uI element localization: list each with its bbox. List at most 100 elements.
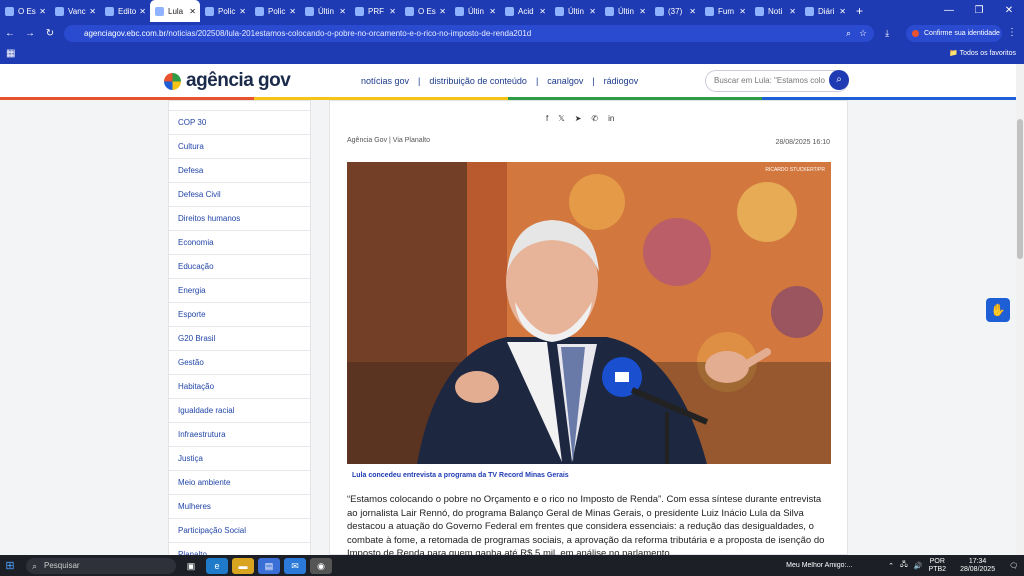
sidebar-topic-link[interactable]: Energia — [169, 279, 310, 303]
tab-close-icon[interactable]: ✕ — [789, 7, 796, 16]
browser-tab[interactable]: Noti ✕ — [750, 0, 800, 22]
taskbar-search[interactable]: Pesquisar — [26, 557, 176, 574]
agencia-gov-logo[interactable]: agência gov — [164, 70, 291, 92]
sidebar-topic-link[interactable]: Infraestrutura — [169, 423, 310, 447]
chrome-icon[interactable]: ◉ — [310, 557, 332, 574]
url-input[interactable]: agenciagov.ebc.com.br/noticias/202508/lu… — [64, 25, 874, 42]
tab-close-icon[interactable]: ✕ — [189, 7, 196, 16]
zoom-icon[interactable]: ⌕ — [846, 28, 851, 39]
browser-tab[interactable]: O Es ✕ — [0, 0, 50, 22]
apps-grid-icon[interactable]: ▦ — [6, 48, 15, 59]
forward-icon[interactable]: → — [20, 28, 40, 39]
volume-icon[interactable]: 🔊 — [914, 562, 923, 570]
site-search-input[interactable]: Buscar em Lula: "Estamos colo — [705, 70, 849, 92]
browser-tab[interactable]: Polic ✕ — [250, 0, 300, 22]
network-icon[interactable]: 🖧 — [900, 560, 908, 571]
x-icon[interactable]: 𝕏 — [558, 114, 564, 123]
new-tab-button[interactable]: + — [856, 4, 863, 18]
task-view-icon[interactable]: ▣ — [180, 558, 202, 574]
store-icon[interactable]: ▤ — [258, 557, 280, 574]
file-explorer-icon[interactable]: ▬ — [232, 557, 254, 574]
nav-noticias-gov[interactable]: notícias gov — [361, 76, 409, 86]
media-now-playing[interactable]: Meu Melhor Amigo:... — [786, 562, 878, 569]
tab-close-icon[interactable]: ✕ — [239, 7, 246, 16]
sidebar-topic-link[interactable]: Defesa — [169, 159, 310, 183]
sidebar-topic-link[interactable]: Direitos humanos — [169, 207, 310, 231]
browser-tab[interactable]: Últin ✕ — [600, 0, 650, 22]
browser-tab[interactable]: Últin ✕ — [450, 0, 500, 22]
sidebar-topic-link[interactable]: Esporte — [169, 303, 310, 327]
sidebar-topic-link[interactable]: Defesa Civil — [169, 183, 310, 207]
browser-tab[interactable]: Lula ✕ — [150, 0, 200, 22]
tab-close-icon[interactable]: ✕ — [439, 7, 446, 16]
tray-chevron-icon[interactable]: ⌃ — [888, 562, 894, 570]
browser-tab[interactable]: Diári ✕ — [800, 0, 850, 22]
sidebar-topic-link[interactable]: Justiça — [169, 447, 310, 471]
vlibras-accessibility-icon[interactable]: ✋ — [986, 298, 1010, 322]
browser-tab[interactable]: Acid ✕ — [500, 0, 550, 22]
article-photo[interactable]: RICARDO STUCKERT/PR — [347, 162, 831, 464]
browser-tab[interactable]: Fum ✕ — [700, 0, 750, 22]
identity-button[interactable]: Confirme sua identidade — [906, 25, 1002, 42]
tab-close-icon[interactable]: ✕ — [389, 7, 396, 16]
tab-close-icon[interactable]: ✕ — [589, 7, 596, 16]
tab-close-icon[interactable]: ✕ — [139, 7, 146, 16]
tab-close-icon[interactable]: ✕ — [89, 7, 96, 16]
linkedin-icon[interactable]: in — [608, 114, 614, 123]
tab-close-icon[interactable]: ✕ — [289, 7, 296, 16]
sidebar-topic-link[interactable]: Habitação — [169, 375, 310, 399]
sidebar-topic-link[interactable]: G20 Brasil — [169, 327, 310, 351]
browser-tab[interactable]: Últin ✕ — [300, 0, 350, 22]
windows-start-icon[interactable]: ⊞ — [0, 559, 20, 572]
language-indicator[interactable]: POR PTB2 — [929, 558, 947, 574]
nav-distribuicao[interactable]: distribuição de conteúdo — [429, 76, 527, 86]
tab-close-icon[interactable]: ✕ — [539, 7, 546, 16]
whatsapp-icon[interactable]: ✆ — [591, 114, 598, 123]
sidebar-topic-link[interactable]: Participação Social — [169, 519, 310, 543]
nav-canalgov[interactable]: canalgov — [547, 76, 583, 86]
browser-tab[interactable]: Vanc ✕ — [50, 0, 100, 22]
browser-tab[interactable]: O Es ✕ — [400, 0, 450, 22]
tab-close-icon[interactable]: ✕ — [639, 7, 646, 16]
back-icon[interactable]: ← — [0, 28, 20, 39]
sidebar-topic-link[interactable]: Meio ambiente — [169, 471, 310, 495]
sidebar-topic-link[interactable]: Educação — [169, 255, 310, 279]
reload-icon[interactable]: ↻ — [40, 28, 60, 39]
sidebar-topic-link[interactable]: Gestão — [169, 351, 310, 375]
facebook-icon[interactable]: f — [546, 114, 548, 123]
clock[interactable]: 17:34 28/08/2025 — [960, 558, 995, 574]
minimize-icon[interactable]: — — [934, 0, 964, 22]
all-favorites-link[interactable]: 📁 Todos os favoritos — [949, 49, 1016, 57]
sidebar-item-cut[interactable] — [169, 101, 310, 111]
tab-close-icon[interactable]: ✕ — [489, 7, 496, 16]
tab-close-icon[interactable]: ✕ — [839, 7, 846, 16]
maximize-icon[interactable]: ❐ — [964, 0, 994, 22]
nav-radiogov[interactable]: rádiogov — [604, 76, 639, 86]
menu-icon[interactable]: ⋮ — [1002, 27, 1022, 38]
tab-close-icon[interactable]: ✕ — [39, 7, 46, 16]
telegram-icon[interactable]: ➤ — [575, 114, 582, 123]
page-scrollbar[interactable] — [1016, 64, 1024, 555]
tab-close-icon[interactable]: ✕ — [689, 7, 696, 16]
sidebar-topic-link[interactable]: Economia — [169, 231, 310, 255]
browser-tab[interactable]: PRF ✕ — [350, 0, 400, 22]
sidebar-topic-link[interactable]: Mulheres — [169, 495, 310, 519]
close-window-icon[interactable]: ✕ — [994, 0, 1024, 22]
sidebar-topic-link[interactable]: Planalto — [169, 543, 310, 555]
browser-tab[interactable]: Últin ✕ — [550, 0, 600, 22]
sidebar-topic-link[interactable]: Igualdade racial — [169, 399, 310, 423]
mail-icon[interactable]: ✉ — [284, 557, 306, 574]
browser-tab[interactable]: Edito ✕ — [100, 0, 150, 22]
sidebar-topic-link[interactable]: Cultura — [169, 135, 310, 159]
edge-icon[interactable]: e — [206, 557, 228, 574]
notifications-icon[interactable]: 🗨 — [1009, 562, 1018, 570]
search-icon[interactable]: ⌕ — [829, 70, 849, 90]
download-icon[interactable]: ⤓ — [885, 28, 889, 39]
bookmark-star-icon[interactable]: ☆ — [859, 28, 867, 39]
tab-close-icon[interactable]: ✕ — [339, 7, 346, 16]
browser-tab[interactable]: (37) ✕ — [650, 0, 700, 22]
tab-close-icon[interactable]: ✕ — [739, 7, 746, 16]
sidebar-topic-link[interactable]: COP 30 — [169, 111, 310, 135]
browser-tab[interactable]: Polic ✕ — [200, 0, 250, 22]
tab-favicon-icon — [305, 6, 314, 16]
